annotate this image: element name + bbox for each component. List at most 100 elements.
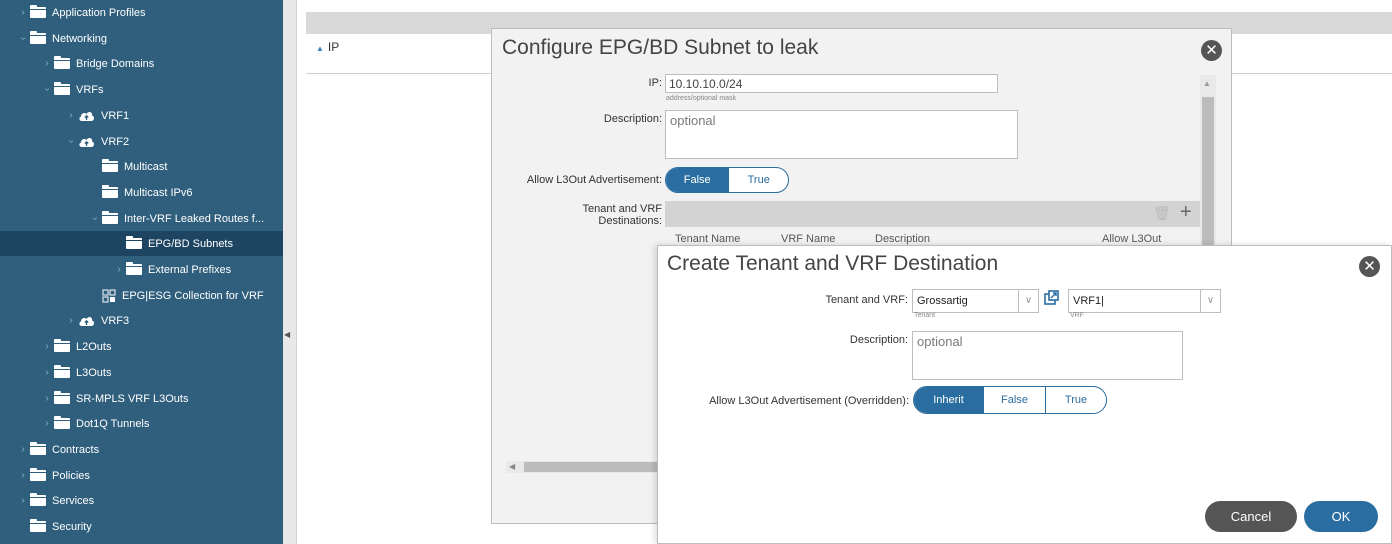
tree-item-vrf1[interactable]: › VRF1	[0, 103, 283, 128]
tree-item-networking[interactable]: › Networking	[0, 26, 283, 51]
description-input[interactable]: optional	[665, 110, 1018, 159]
tree-item-label: VRFs	[76, 83, 104, 96]
allow-l3out-toggle: False True	[665, 167, 789, 193]
tree-item-application-profiles[interactable]: › Application Profiles	[0, 0, 283, 25]
folder-icon	[54, 391, 70, 404]
chevron-right-icon[interactable]: ›	[64, 315, 78, 326]
chevron-down-icon[interactable]: ›	[66, 135, 77, 149]
description-label: Description:	[849, 334, 908, 346]
scrollbar-thumb[interactable]	[1202, 97, 1214, 245]
chevron-right-icon[interactable]: ›	[16, 7, 30, 18]
add-icon[interactable]: +	[1180, 201, 1192, 224]
description-input[interactable]: optional	[912, 331, 1183, 380]
tree-item-label: L3Outs	[76, 366, 112, 379]
tree-item-sr-mpls-vrf-l3outs[interactable]: › SR-MPLS VRF L3Outs	[0, 386, 283, 411]
tree-item-dot1q-tunnels[interactable]: › Dot1Q Tunnels	[0, 411, 283, 436]
tree-item-vrfs[interactable]: › VRFs	[0, 77, 283, 102]
allow-l3out-false-option[interactable]: False	[983, 387, 1045, 413]
close-dialog-button[interactable]: ✕	[1359, 256, 1380, 277]
chevron-right-icon[interactable]: ›	[16, 444, 30, 455]
scrollbar-thumb[interactable]	[524, 462, 658, 472]
column-allow-l3out[interactable]: Allow L3Out	[1102, 233, 1161, 245]
cancel-button[interactable]: Cancel	[1205, 501, 1297, 532]
horizontal-scrollbar[interactable]: ◀	[506, 461, 658, 473]
vrf-value: VRF1|	[1073, 295, 1104, 307]
tree-item-security[interactable]: Security	[0, 514, 283, 539]
column-description[interactable]: Description	[875, 233, 930, 245]
tree-item-multicast-ipv6[interactable]: Multicast IPv6	[0, 180, 283, 205]
tree-item-label: Policies	[52, 469, 90, 482]
tree-item-multicast[interactable]: Multicast	[0, 154, 283, 179]
allow-l3out-true-option[interactable]: True	[1045, 387, 1106, 413]
tree-item-label: VRF1	[101, 109, 130, 122]
trash-icon[interactable]: 🗑	[1153, 205, 1171, 222]
tree-item-l3outs[interactable]: › L3Outs	[0, 360, 283, 385]
chevron-right-icon[interactable]: ›	[40, 58, 54, 69]
chevron-right-icon[interactable]: ›	[16, 495, 30, 506]
vrf-hint: VRF	[1070, 312, 1084, 319]
chevron-right-icon[interactable]: ›	[64, 110, 78, 121]
chevron-right-icon[interactable]: ›	[40, 418, 54, 429]
allow-l3out-inherit-option[interactable]: Inherit	[914, 387, 983, 413]
vertical-scrollbar[interactable]: ▲	[1200, 75, 1216, 245]
tree-item-label: Security	[52, 520, 92, 533]
tree-item-label: SR-MPLS VRF L3Outs	[76, 392, 189, 405]
cloud-icon	[78, 110, 95, 122]
chevron-right-icon[interactable]: ›	[112, 264, 126, 275]
chevron-down-icon[interactable]: ∨	[1018, 290, 1038, 312]
close-dialog-button[interactable]: ✕	[1201, 40, 1222, 61]
tree-item-services[interactable]: › Services	[0, 488, 283, 513]
tree-item-vrf3[interactable]: › VRF3	[0, 308, 283, 333]
allow-l3out-false-option[interactable]: False	[666, 168, 729, 192]
column-tenant-name[interactable]: Tenant Name	[675, 233, 740, 245]
ip-section-label: IP	[327, 40, 340, 54]
tree-item-label: Multicast IPv6	[124, 186, 193, 199]
tree-item-label: Inter-VRF Leaked Routes f...	[124, 212, 265, 225]
tenant-select[interactable]: Grossartig ∨	[912, 289, 1039, 313]
tree-item-label: Multicast	[124, 160, 168, 173]
tree-item-label: Contracts	[52, 443, 100, 456]
ip-label: IP:	[648, 77, 662, 89]
create-tenant-vrf-destination-dialog: Create Tenant and VRF Destination ✕ Tena…	[657, 245, 1392, 544]
tree-item-l2outs[interactable]: › L2Outs	[0, 334, 283, 359]
chevron-down-icon[interactable]: ›	[18, 32, 29, 46]
allow-l3out-true-option[interactable]: True	[728, 168, 788, 192]
ip-section-toggle[interactable]: ▲ IP	[316, 40, 339, 54]
folder-icon	[54, 416, 70, 429]
scroll-up-icon[interactable]: ▲	[1203, 79, 1211, 88]
chevron-right-icon[interactable]: ›	[40, 341, 54, 352]
tree-item-policies[interactable]: › Policies	[0, 463, 283, 488]
tree-item-epg-bd-subnets[interactable]: EPG/BD Subnets	[0, 231, 283, 256]
grid-icon	[102, 289, 116, 303]
folder-icon	[54, 339, 70, 352]
chevron-right-icon[interactable]: ›	[40, 367, 54, 378]
collapse-sidebar-icon[interactable]: ◀	[284, 330, 290, 339]
tree-item-epg-esg-collection-for-vrf[interactable]: EPG|ESG Collection for VRF	[0, 283, 283, 308]
vrf-select[interactable]: VRF1| ∨	[1068, 289, 1221, 313]
dialog-title: Create Tenant and VRF Destination	[667, 252, 999, 275]
chevron-right-icon[interactable]: ›	[40, 393, 54, 404]
tree-item-inter-vrf-leaked-routes-f[interactable]: › Inter-VRF Leaked Routes f...	[0, 206, 283, 231]
sidebar-divider[interactable]	[283, 0, 297, 544]
external-link-icon[interactable]	[1044, 290, 1059, 310]
allow-l3out-overridden-label: Allow L3Out Advertisement (Overridden):	[709, 395, 909, 407]
column-vrf-name[interactable]: VRF Name	[781, 233, 835, 245]
scroll-left-icon[interactable]: ◀	[509, 462, 515, 471]
tree-item-external-prefixes[interactable]: › External Prefixes	[0, 257, 283, 282]
tree-item-label: Networking	[52, 32, 108, 45]
ok-button[interactable]: OK	[1304, 501, 1378, 532]
chevron-right-icon[interactable]: ›	[16, 470, 30, 481]
destinations-label: Tenant and VRF Destinations:	[532, 203, 663, 227]
tree-item-contracts[interactable]: › Contracts	[0, 437, 283, 462]
tree-item-bridge-domains[interactable]: › Bridge Domains	[0, 51, 283, 76]
folder-icon	[102, 159, 118, 172]
chevron-down-icon[interactable]: ∨	[1200, 290, 1220, 312]
ip-hint: address/optional mask	[666, 95, 737, 102]
folder-icon	[30, 493, 46, 506]
tenant-hint: Tenant	[914, 312, 936, 319]
chevron-down-icon[interactable]: ›	[90, 212, 101, 226]
ip-input[interactable]	[665, 74, 998, 93]
chevron-down-icon[interactable]: ›	[42, 83, 53, 97]
folder-icon	[54, 365, 70, 378]
tree-item-vrf2[interactable]: › VRF2	[0, 129, 283, 154]
